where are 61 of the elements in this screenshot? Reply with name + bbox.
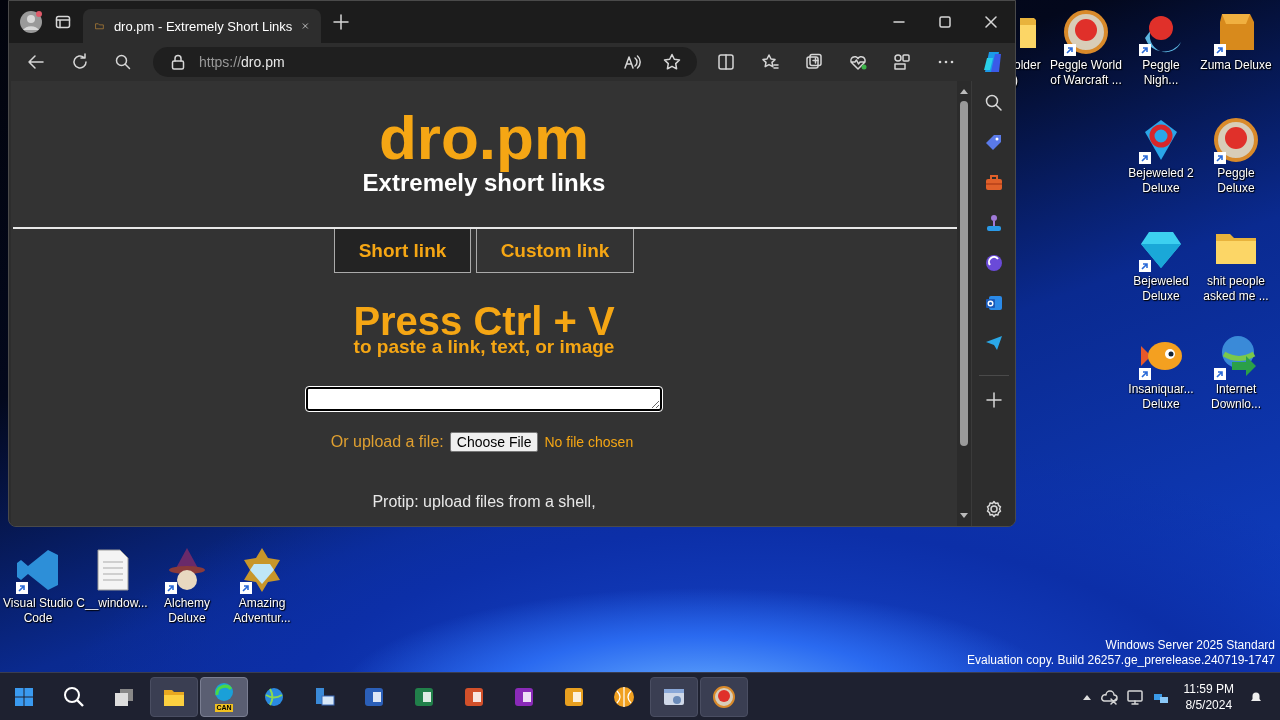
paste-field[interactable] — [306, 387, 662, 411]
mail-icon[interactable] — [983, 293, 1004, 313]
icon-label[interactable]: Amazing Adventur... — [233, 596, 291, 626]
icon-label[interactable]: shit people asked me ... — [1203, 274, 1269, 304]
icon-label[interactable]: Alchemy Deluxe — [164, 596, 210, 626]
toolbox-icon[interactable] — [983, 173, 1004, 193]
add-icon[interactable] — [985, 392, 1002, 408]
choose-file-button[interactable]: Choose File — [449, 432, 539, 452]
icon-label[interactable]: Insaniquar... Deluxe — [1128, 382, 1194, 412]
clock[interactable]: 11:59 PM 8/5/2024 — [1177, 680, 1240, 713]
star-icon[interactable] — [663, 53, 681, 71]
upload-label: Or upload a file: — [330, 433, 444, 451]
icon-label[interactable]: Zuma Deluxe — [1200, 58, 1272, 73]
subheading: to paste a link, text, or image — [353, 336, 615, 358]
icon-label[interactable]: Internet Downlo... — [1211, 382, 1261, 412]
protip-text: Protip: upload files from a shell, — [372, 493, 596, 511]
swirl-icon[interactable] — [983, 253, 1004, 273]
icon-label[interactable]: Peggle Nigh... — [1142, 58, 1180, 88]
extensions-icon[interactable] — [893, 53, 911, 71]
orb-icon[interactable] — [612, 684, 636, 709]
tab-actions-icon[interactable] — [55, 14, 71, 30]
url-text: https://dro.pm — [199, 54, 285, 70]
tab-title: dro.pm - Extremely Short Links — [113, 18, 293, 34]
scrollbar-thumb[interactable] — [960, 101, 968, 446]
scroll-up-icon[interactable] — [959, 87, 969, 95]
profile-avatar-icon[interactable] — [19, 10, 43, 34]
maximize-icon[interactable] — [939, 16, 951, 28]
search-icon[interactable] — [115, 54, 131, 70]
heartbeat-icon[interactable] — [849, 53, 867, 71]
address-bar[interactable]: https://dro.pm — [153, 47, 697, 77]
mode-tab[interactable]: Custom link — [476, 229, 634, 273]
collections-icon[interactable] — [805, 53, 823, 71]
lock-icon[interactable] — [171, 54, 185, 70]
monitor-icon[interactable] — [1125, 687, 1144, 706]
icon-label[interactable]: Bejeweled 2 Deluxe — [1128, 166, 1194, 196]
icon-label[interactable]: Bejeweled Deluxe — [1133, 274, 1189, 304]
icon-label[interactable]: Peggle World of Warcraft ... — [1050, 58, 1122, 88]
cloud-icon[interactable] — [1099, 687, 1118, 706]
refresh-icon[interactable] — [71, 53, 89, 71]
icon-label[interactable]: Visual Studio Code — [3, 596, 73, 626]
site-logo: dro.pm — [378, 105, 590, 171]
favorites-icon[interactable] — [761, 53, 779, 71]
ball-icon[interactable] — [1212, 116, 1260, 164]
split-screen-icon[interactable] — [717, 53, 735, 71]
watermark-text: Evaluation copy. Build 26257.ge_prerelease.240719-1747 — [967, 653, 1275, 668]
search-icon[interactable] — [983, 93, 1004, 113]
icon-label[interactable]: C__window... — [76, 596, 148, 611]
icon-label[interactable]: Peggle Deluxe — [1217, 166, 1255, 196]
close-icon[interactable] — [985, 16, 997, 28]
watermark-text: Windows Server 2025 Standard — [1104, 638, 1275, 653]
new-tab-icon[interactable] — [333, 14, 349, 30]
scroll-down-icon[interactable] — [959, 512, 969, 520]
browser-tab[interactable]: dro.pm - Extremely Short Links — [83, 9, 321, 43]
mode-tab[interactable]: Short link — [334, 229, 471, 273]
ball-icon[interactable] — [712, 684, 736, 709]
search-icon[interactable] — [62, 684, 86, 709]
read-aloud-icon[interactable] — [623, 54, 641, 70]
settings-icon[interactable] — [984, 500, 1003, 518]
file-status: No file chosen — [544, 434, 634, 450]
ball-icon[interactable] — [1062, 8, 1110, 56]
back-icon[interactable] — [27, 53, 45, 71]
